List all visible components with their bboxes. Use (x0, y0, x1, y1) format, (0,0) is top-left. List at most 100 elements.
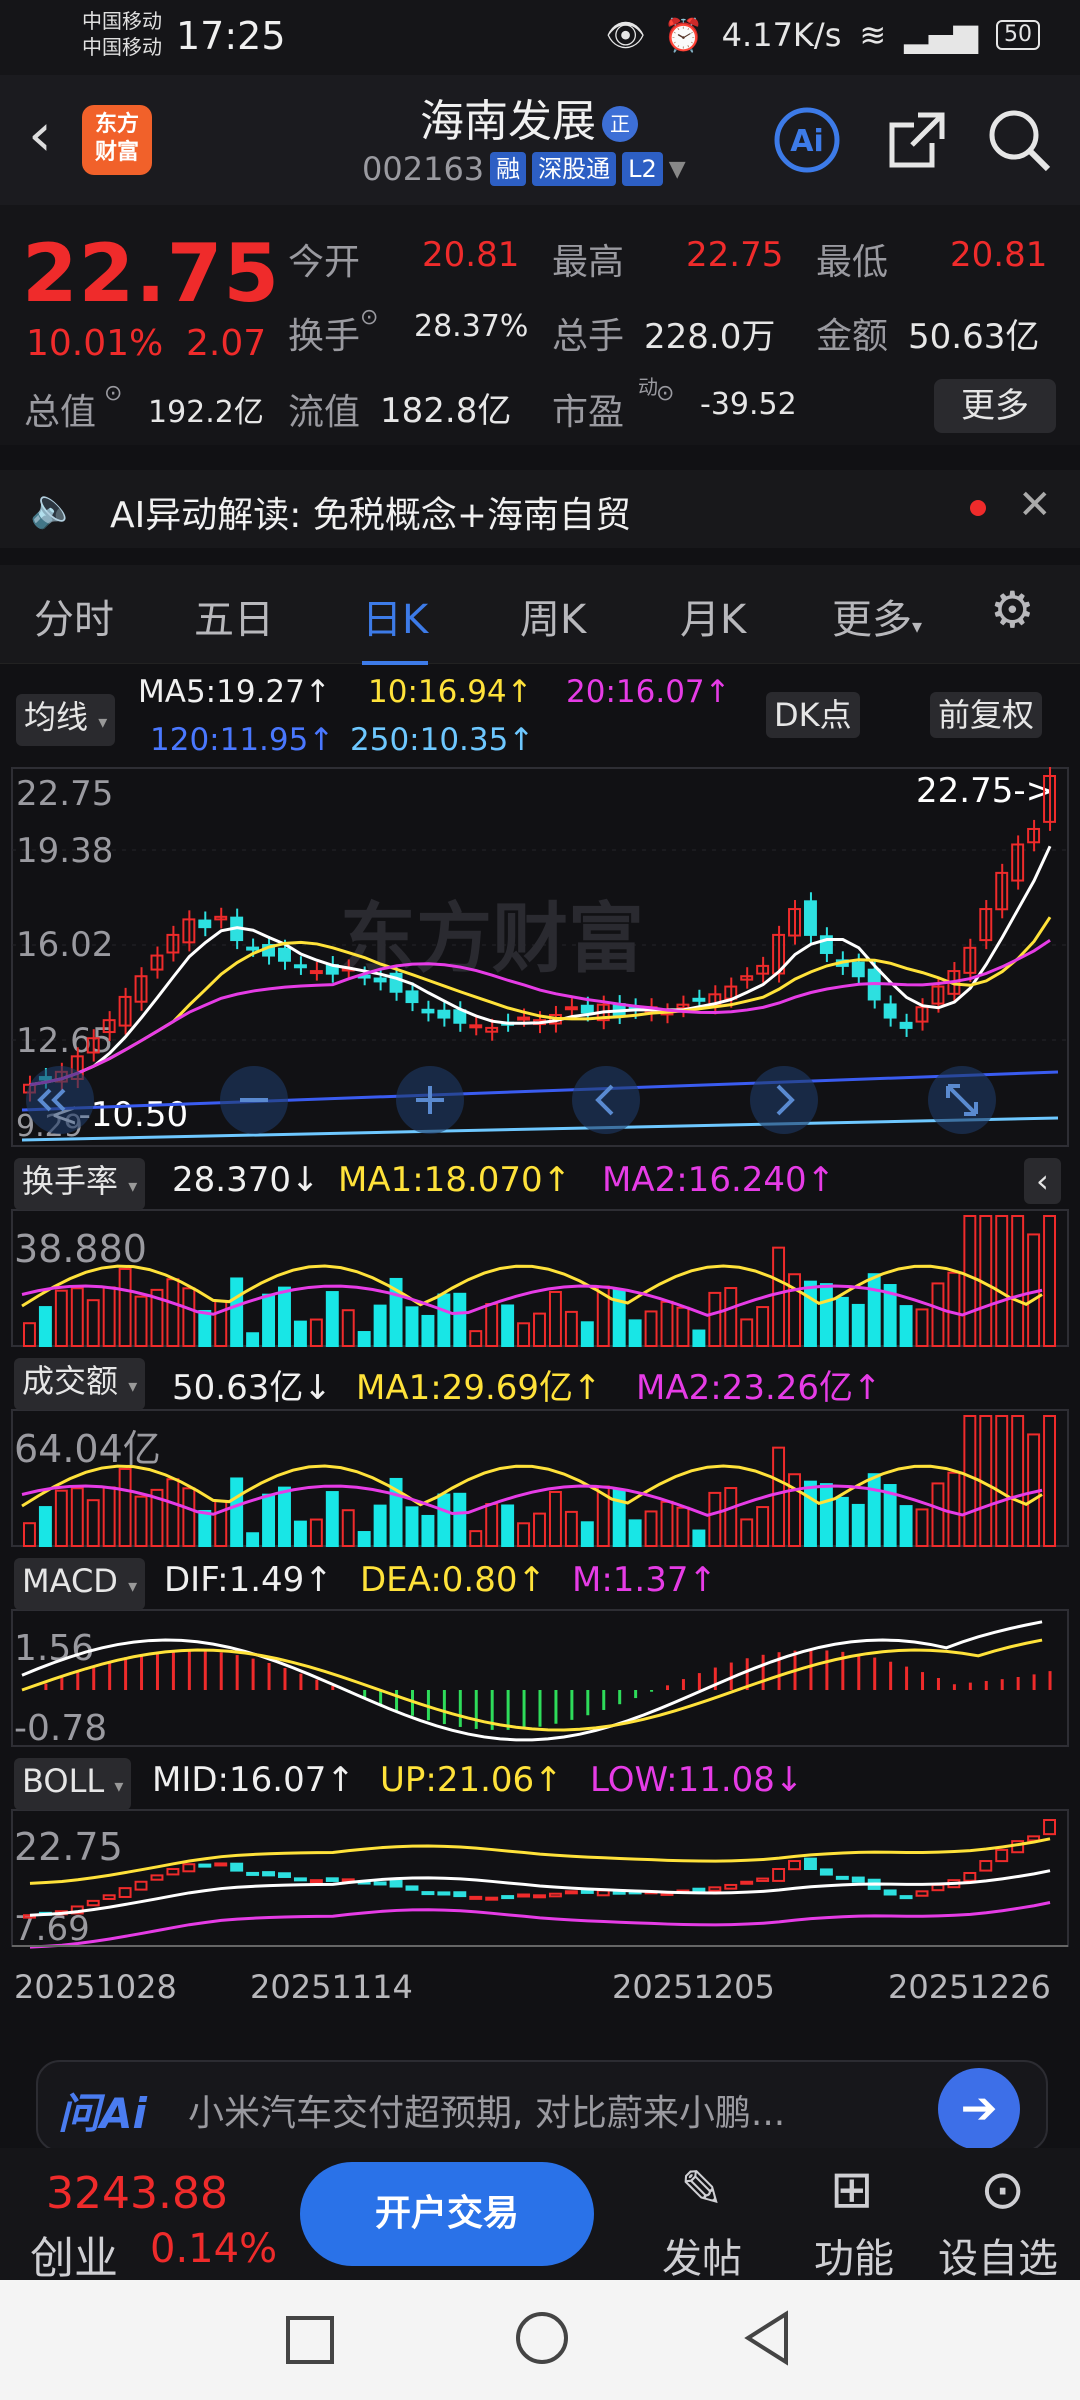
turnover-bar (628, 1319, 642, 1348)
amount-select-button[interactable]: 成交额 ▾ (14, 1358, 146, 1410)
rewind-button[interactable] (26, 1066, 94, 1134)
amount-ma1: MA1:29.69亿↑ (356, 1368, 602, 1408)
turnover-bar (54, 1289, 68, 1348)
boll-candle (517, 1893, 531, 1898)
turnover-bar (851, 1303, 865, 1348)
back-nav-icon[interactable] (742, 2310, 792, 2366)
amount-bar (533, 1512, 546, 1548)
amount-bar (724, 1487, 738, 1547)
amount-bar (995, 1415, 1009, 1547)
amount-bar (230, 1477, 244, 1547)
turnover-bar (724, 1287, 738, 1347)
boll-candle (246, 1871, 260, 1876)
turnover-bar (86, 1299, 100, 1348)
edit-icon: ✎ (680, 2160, 724, 2220)
turnover-bar (756, 1306, 770, 1347)
turnover-bar (819, 1283, 833, 1347)
turnover-bar (899, 1305, 913, 1347)
boll-candle (803, 1857, 817, 1871)
amount-bar (628, 1519, 642, 1548)
boll-candle (86, 1899, 100, 1907)
turnover-ymax: 38.880 (14, 1227, 147, 1271)
macd-m: M:1.37↑ (572, 1560, 717, 1600)
bottom-toolbar: 3243.88 创业 0.14% 开户交易 ✎ 发帖 ⊞ 功能 ⊙ 设自选 (0, 2148, 1080, 2284)
candle-body (309, 970, 323, 975)
boll-up: UP:21.06↑ (380, 1760, 563, 1800)
amount-bar (102, 1486, 116, 1548)
candle-body (564, 1006, 578, 1011)
amount-bar (501, 1504, 515, 1548)
boll-candle (835, 1875, 849, 1880)
turnover-bar (23, 1322, 36, 1347)
turnover-bar (644, 1310, 658, 1348)
turnover-bar (246, 1332, 260, 1347)
turnover-bar (230, 1277, 244, 1347)
y-label-1: 22.75 (16, 774, 113, 814)
scroll-right-button[interactable] (750, 1066, 818, 1134)
candle-body (373, 977, 387, 983)
candle-body (293, 964, 307, 969)
turnover-bar (134, 1295, 148, 1347)
amount-ymax: 64.04亿 (14, 1427, 161, 1471)
turnover-bar (1011, 1215, 1025, 1347)
amount-now: 50.63亿↓ (172, 1368, 332, 1408)
boll-low-line (29, 1901, 1051, 1949)
boll-candle (262, 1871, 276, 1877)
date-2: 20251114 (250, 1968, 413, 2006)
turnover-bar (931, 1282, 945, 1348)
macd-select-button[interactable]: MACD ▾ (14, 1558, 146, 1610)
amount-bar (198, 1509, 212, 1548)
home-icon[interactable] (516, 2312, 568, 2364)
boll-candle (963, 1871, 977, 1882)
turnover-bar (325, 1291, 339, 1347)
boll-candle (293, 1877, 307, 1882)
boll-legend: BOLL ▾ MID:16.07↑ UP:21.06↑ LOW:11.08↓ (0, 1754, 1080, 1810)
turnover-bar (803, 1280, 817, 1347)
amount-bar (644, 1510, 658, 1548)
turnover-bar (867, 1273, 881, 1347)
amount-bar (564, 1510, 578, 1547)
function-button[interactable]: 功能 (814, 2226, 894, 2284)
boll-candle (756, 1877, 770, 1882)
amount-bar (485, 1502, 499, 1548)
arrow-right-icon[interactable]: ➔ (938, 2068, 1020, 2150)
boll-candle (453, 1891, 467, 1898)
watermark: 东方财富 (340, 894, 644, 983)
amount-bar (86, 1499, 100, 1548)
post-button[interactable]: 发帖 (662, 2226, 742, 2284)
boll-candle (389, 1879, 403, 1888)
amount-bar (1043, 1415, 1056, 1547)
turnover-select-button[interactable]: 换手率 ▾ (14, 1158, 146, 1210)
collapse-icon[interactable]: ‹ (1024, 1158, 1061, 1204)
open-account-button[interactable]: 开户交易 (300, 2162, 594, 2266)
amount-bar (580, 1521, 594, 1547)
amount-bar (262, 1493, 276, 1547)
amount-ma2: MA2:23.26亿↑ (636, 1368, 882, 1408)
turnover-bar (501, 1304, 515, 1348)
amount-legend: 成交额 ▾ 50.63亿↓ MA1:29.69亿↑ MA2:23.26亿↑ (0, 1354, 1080, 1410)
turnover-bar (262, 1293, 276, 1347)
recents-icon[interactable] (286, 2316, 334, 2364)
date-4: 20251226 (888, 1968, 1051, 2006)
turnover-bar (469, 1330, 483, 1347)
scroll-left-button[interactable] (572, 1066, 640, 1134)
amount-bar (963, 1415, 977, 1547)
boll-candle (421, 1891, 435, 1896)
candle-body (899, 1021, 913, 1029)
amount-bar (278, 1486, 291, 1547)
amount-bar (708, 1491, 722, 1547)
turnover-ma2: MA2:16.240↑ (602, 1160, 836, 1200)
add-watchlist-button[interactable]: 设自选 (938, 2226, 1058, 2284)
amount-bar (421, 1514, 435, 1548)
amount-bar (373, 1504, 387, 1547)
index-name[interactable]: 创业 (30, 2222, 118, 2286)
kline-chart-area[interactable]: 东方财富 22.75 19.38 16.02 12.65 9.29 22.75-… (0, 0, 1080, 2060)
boll-candle (437, 1891, 451, 1896)
ask-ai-banner[interactable]: 问Ai 小米汽车交付超预期, 对比蔚来小鹏... ➔ (36, 2060, 1048, 2152)
turnover-bar (70, 1287, 84, 1348)
macd-ymin: -0.78 (14, 1708, 107, 1749)
boll-select-button[interactable]: BOLL ▾ (14, 1758, 132, 1810)
amount-bar (437, 1493, 451, 1548)
amount-bar (756, 1506, 770, 1547)
turnover-bar (676, 1306, 690, 1348)
